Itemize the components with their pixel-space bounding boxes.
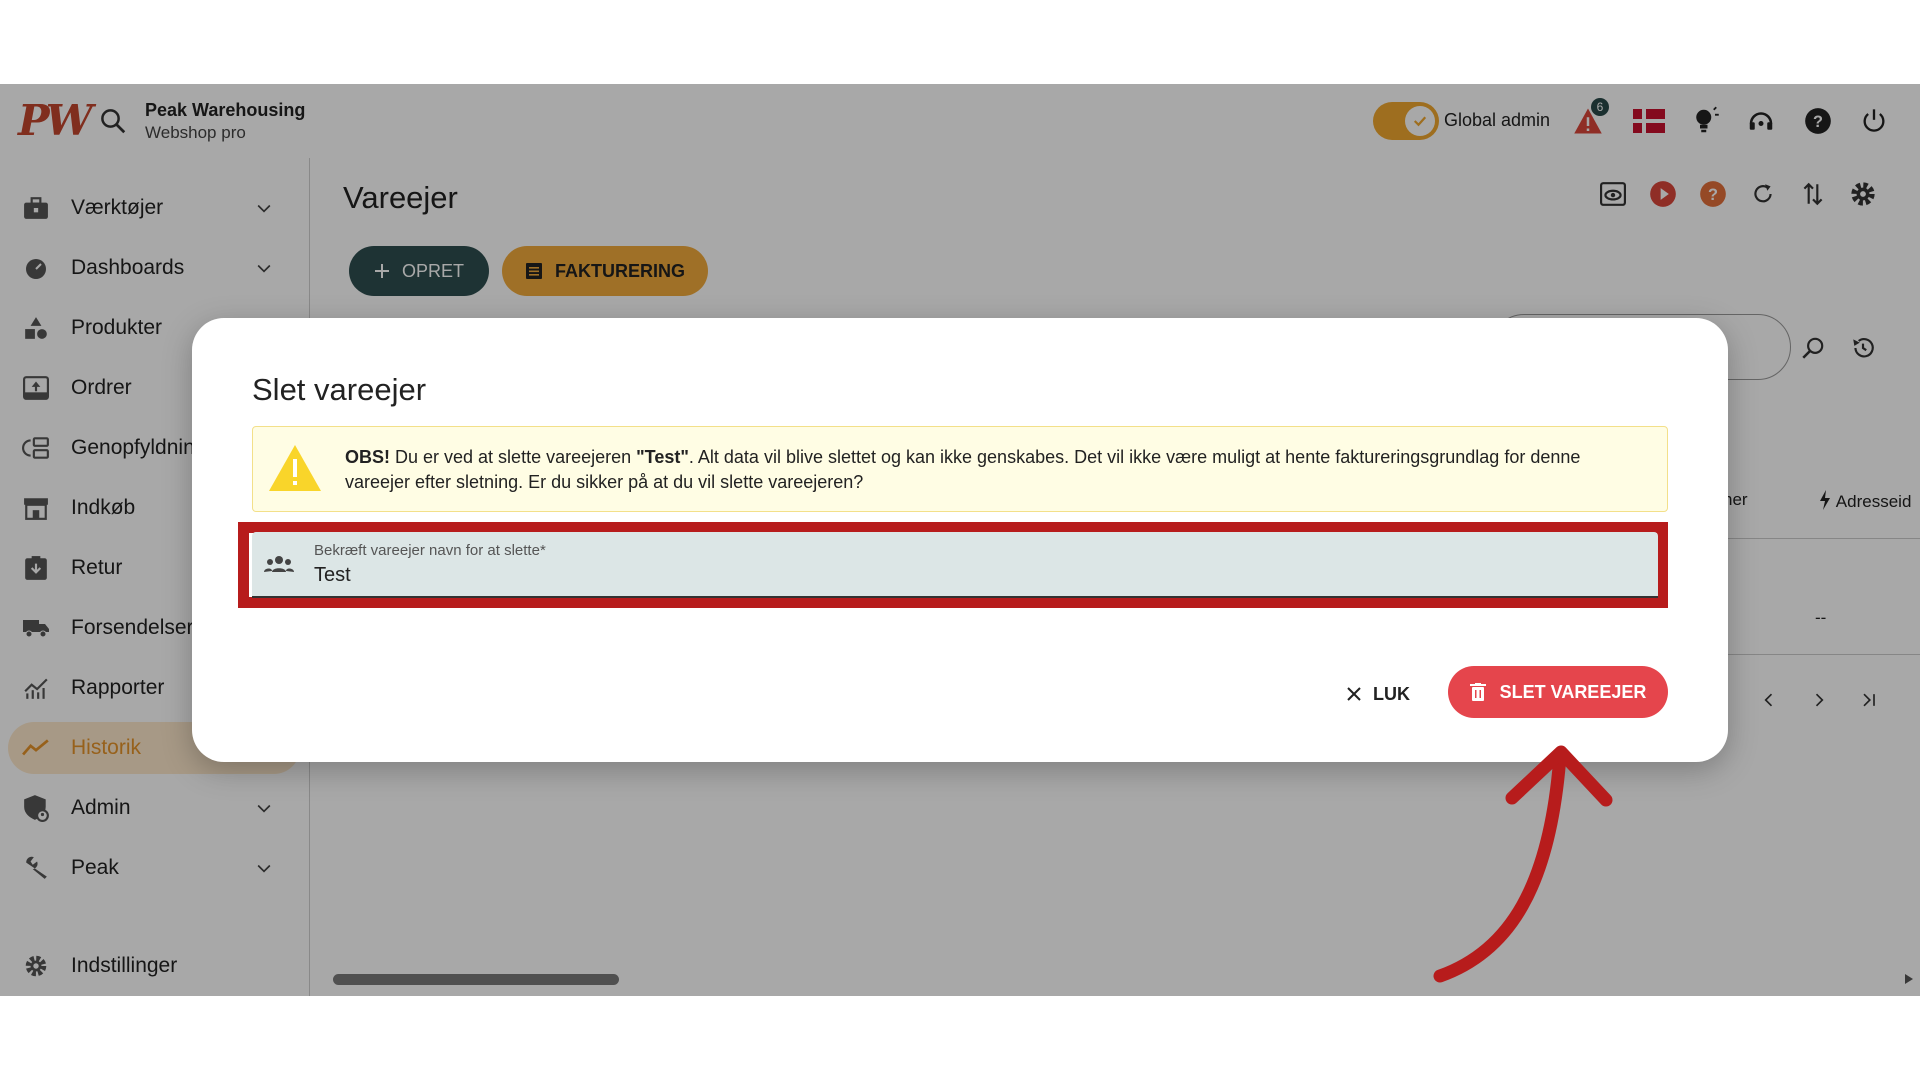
warning-text: OBS! Du er ved at slette vareejeren "Tes… [345, 445, 1645, 495]
group-icon [264, 556, 294, 572]
warning-part-1: Du er ved at slette vareejeren [390, 447, 637, 467]
trash-icon [1469, 683, 1486, 701]
delete-label: SLET VAREEJER [1499, 681, 1647, 702]
confirm-name-input[interactable] [314, 564, 1614, 587]
dialog-title: Slet vareejer [252, 372, 427, 407]
close-icon [1347, 687, 1361, 701]
warning-name: "Test" [636, 447, 689, 467]
screen: PW Peak Warehousing Webshop pro Global a… [0, 0, 1920, 1080]
confirm-name-label: Bekræft vareejer navn for at slette* [314, 542, 546, 559]
delete-vareejer-button[interactable]: SLET VAREEJER [1448, 666, 1668, 718]
confirm-name-field[interactable]: Bekræft vareejer navn for at slette* [252, 532, 1658, 598]
close-label: LUK [1373, 683, 1410, 704]
close-button[interactable]: LUK [1347, 674, 1410, 714]
warning-obs: OBS! [345, 447, 390, 467]
warning-box: OBS! Du er ved at slette vareejeren "Tes… [252, 426, 1668, 512]
annotation-arrow [1433, 745, 1613, 983]
warning-icon [269, 445, 321, 491]
delete-dialog: Slet vareejer OBS! Du er ved at slette v… [192, 318, 1728, 762]
